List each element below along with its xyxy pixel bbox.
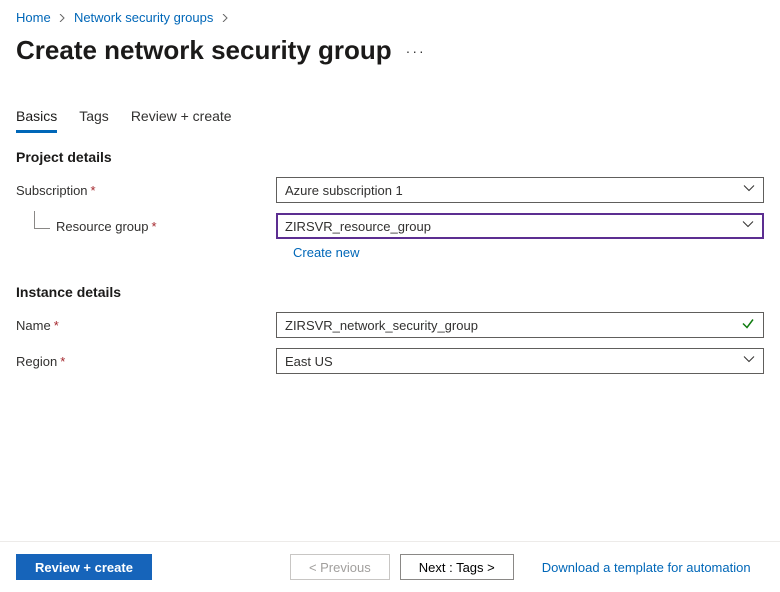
section-project-details: Project details [16, 149, 764, 165]
footer: Review + create < Previous Next : Tags >… [0, 541, 780, 592]
tab-review[interactable]: Review + create [131, 108, 232, 133]
next-button[interactable]: Next : Tags > [400, 554, 514, 580]
check-icon [741, 317, 755, 334]
chevron-right-icon [221, 10, 229, 25]
page-title: Create network security group [16, 35, 392, 66]
label-region: Region* [16, 354, 276, 369]
tab-basics[interactable]: Basics [16, 108, 57, 133]
subscription-value: Azure subscription 1 [285, 183, 403, 198]
resource-group-dropdown[interactable]: ZIRSVR_resource_group [276, 213, 764, 239]
create-new-link[interactable]: Create new [293, 245, 359, 260]
region-value: East US [285, 354, 333, 369]
review-create-button[interactable]: Review + create [16, 554, 152, 580]
label-name: Name* [16, 318, 276, 333]
tree-line-icon [34, 211, 50, 229]
breadcrumb-nsg[interactable]: Network security groups [74, 10, 213, 25]
previous-button: < Previous [290, 554, 390, 580]
name-value: ZIRSVR_network_security_group [285, 318, 478, 333]
chevron-down-icon [742, 219, 754, 234]
required-icon: * [91, 183, 96, 198]
chevron-right-icon [58, 10, 66, 25]
section-instance-details: Instance details [16, 284, 764, 300]
region-dropdown[interactable]: East US [276, 348, 764, 374]
subscription-dropdown[interactable]: Azure subscription 1 [276, 177, 764, 203]
required-icon: * [60, 354, 65, 369]
required-icon: * [152, 219, 157, 234]
label-resource-group: Resource group* [16, 219, 276, 234]
resource-group-value: ZIRSVR_resource_group [285, 219, 431, 234]
more-icon[interactable]: ··· [406, 43, 426, 59]
chevron-down-icon [743, 354, 755, 369]
tab-tags[interactable]: Tags [79, 108, 109, 133]
breadcrumb-home[interactable]: Home [16, 10, 51, 25]
required-icon: * [54, 318, 59, 333]
label-subscription: Subscription* [16, 183, 276, 198]
download-template-link[interactable]: Download a template for automation [542, 560, 751, 575]
chevron-down-icon [743, 183, 755, 198]
tabs: Basics Tags Review + create [0, 108, 780, 133]
breadcrumb: Home Network security groups [0, 0, 780, 29]
name-input[interactable]: ZIRSVR_network_security_group [276, 312, 764, 338]
